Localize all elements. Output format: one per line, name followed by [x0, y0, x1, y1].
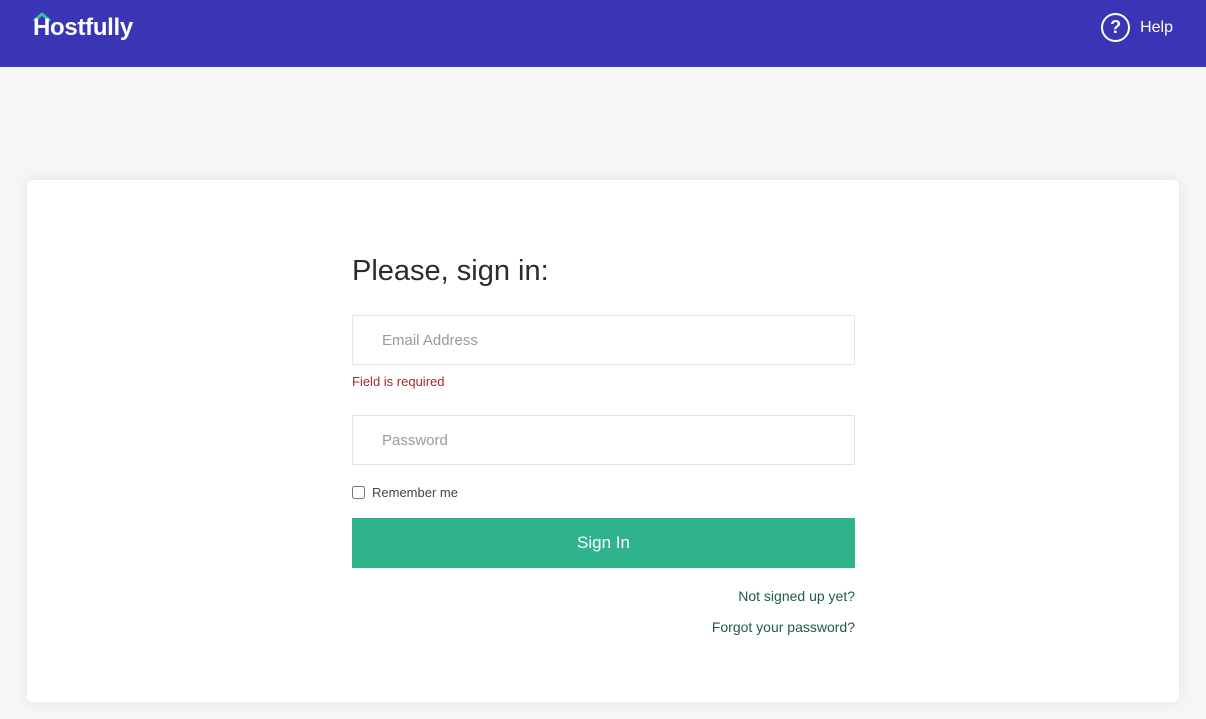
top-navbar: Hostfully ? Help — [0, 0, 1206, 67]
help-button[interactable]: ? Help — [1101, 13, 1173, 42]
page-title: Please, sign in: — [352, 255, 549, 287]
forgot-password-link[interactable]: Forgot your password? — [352, 618, 855, 636]
remember-me-checkbox[interactable] — [352, 485, 365, 499]
email-error-message: Field is required — [352, 374, 445, 389]
question-circle-icon: ? — [1101, 13, 1131, 42]
signup-link[interactable]: Not signed up yet? — [352, 587, 855, 605]
password-field[interactable] — [352, 415, 855, 465]
sign-in-button[interactable]: Sign In — [352, 518, 855, 568]
remember-me-label: Remember me — [372, 484, 458, 500]
login-form: Please, sign in: Field is required Remem… — [352, 255, 855, 636]
help-label: Help — [1140, 18, 1173, 36]
auth-links: Not signed up yet? Forgot your password? — [352, 587, 855, 636]
brand-name: Hostfully — [33, 14, 133, 41]
remember-me[interactable]: Remember me — [352, 484, 855, 500]
email-field[interactable] — [352, 315, 855, 365]
